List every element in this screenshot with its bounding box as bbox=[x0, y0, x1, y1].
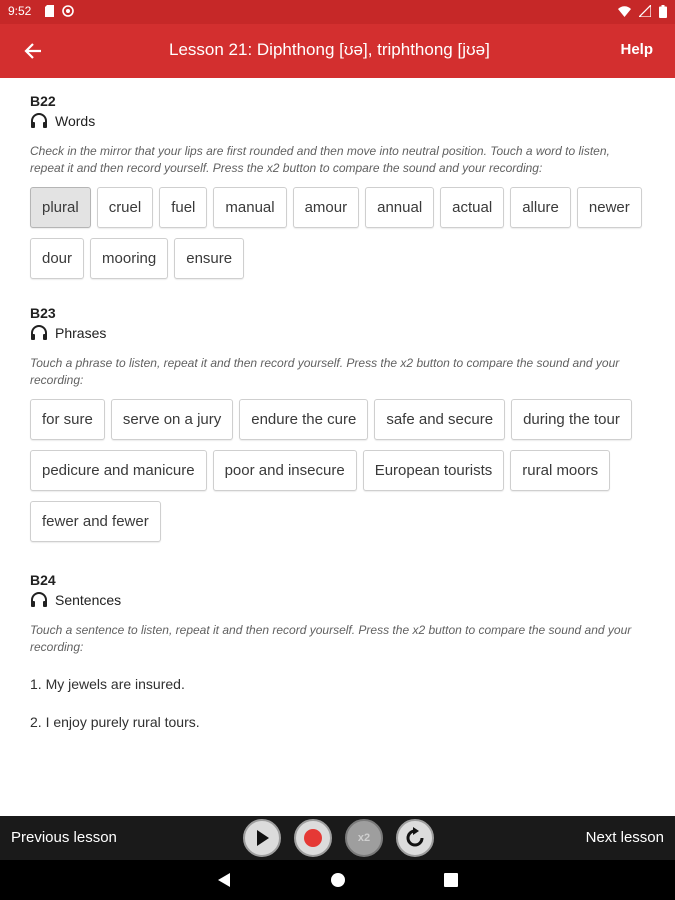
arrow-back-icon bbox=[24, 43, 41, 59]
headphones-icon bbox=[31, 325, 47, 340]
word-chip[interactable]: manual bbox=[213, 187, 287, 228]
section-code: B24 bbox=[30, 572, 56, 588]
sentence-item[interactable]: 2. I enjoy purely rural tours. bbox=[30, 714, 645, 730]
app-bar: Lesson 21: Diphthong [ʊə], triphthong [j… bbox=[0, 24, 675, 78]
status-time: 9:52 bbox=[8, 4, 32, 18]
next-lesson-button[interactable]: Next lesson bbox=[586, 829, 664, 846]
section-sentences: B24 Sentences Touch a sentence to listen… bbox=[30, 572, 645, 730]
word-chip[interactable]: fuel bbox=[159, 187, 208, 228]
phrase-chip[interactable]: endure the cure bbox=[239, 399, 369, 440]
word-chip[interactable]: amour bbox=[292, 187, 360, 228]
headphones-icon bbox=[31, 113, 47, 128]
replay-icon bbox=[406, 827, 424, 847]
record-icon bbox=[304, 829, 322, 847]
word-chip[interactable]: mooring bbox=[90, 238, 169, 279]
previous-lesson-button[interactable]: Previous lesson bbox=[11, 829, 117, 846]
section-instructions: Touch a sentence to listen, repeat it an… bbox=[30, 623, 632, 654]
phrase-chip[interactable]: serve on a jury bbox=[110, 399, 234, 440]
nav-recents-button[interactable] bbox=[441, 870, 461, 890]
wifi-icon bbox=[618, 5, 631, 17]
app-screen: 9:52 Lesson 21: Diphthong [ʊə], triphtho… bbox=[0, 0, 675, 900]
section-instructions: Touch a phrase to listen, repeat it and … bbox=[30, 356, 620, 387]
status-bar: 9:52 bbox=[0, 0, 675, 24]
triangle-back-icon bbox=[218, 873, 230, 887]
phrase-chip[interactable]: rural moors bbox=[510, 450, 611, 491]
circle-home-icon bbox=[331, 873, 345, 887]
section-phrases: B23 Phrases Touch a phrase to listen, re… bbox=[30, 305, 645, 542]
phrase-chip[interactable]: for sure bbox=[30, 399, 105, 440]
section-code: B22 bbox=[30, 93, 56, 109]
page-title: Lesson 21: Diphthong [ʊə], triphthong [j… bbox=[169, 40, 490, 59]
word-chip[interactable]: actual bbox=[440, 187, 505, 228]
word-chip[interactable]: allure bbox=[510, 187, 571, 228]
play-button[interactable] bbox=[243, 819, 281, 857]
phrase-chip[interactable]: fewer and fewer bbox=[30, 501, 161, 542]
phrase-list: for sure serve on a jury endure the cure… bbox=[30, 399, 645, 542]
phrase-chip[interactable]: poor and insecure bbox=[212, 450, 357, 491]
word-chip[interactable]: newer bbox=[576, 187, 642, 228]
phrase-chip[interactable]: safe and secure bbox=[374, 399, 506, 440]
compare-x2-button[interactable]: x2 bbox=[345, 819, 383, 857]
square-recents-icon bbox=[444, 873, 458, 887]
status-right bbox=[618, 4, 667, 18]
headphones-icon bbox=[31, 592, 47, 607]
signal-icon bbox=[639, 5, 651, 17]
phrase-chip[interactable]: European tourists bbox=[362, 450, 505, 491]
sentence-item[interactable]: 1. My jewels are insured. bbox=[30, 676, 645, 692]
sd-card-icon bbox=[45, 5, 54, 17]
section-code: B23 bbox=[30, 305, 56, 321]
battery-icon bbox=[659, 4, 667, 18]
nav-back-button[interactable] bbox=[214, 870, 234, 890]
nav-home-button[interactable] bbox=[328, 870, 348, 890]
x2-label: x2 bbox=[357, 832, 371, 844]
help-button[interactable]: Help bbox=[620, 41, 653, 58]
phrase-chip[interactable]: pedicure and manicure bbox=[30, 450, 207, 491]
word-chip[interactable]: plural bbox=[30, 187, 91, 228]
lesson-content[interactable]: B22 Words Check in the mirror that your … bbox=[0, 78, 675, 816]
replay-button[interactable] bbox=[396, 819, 434, 857]
section-heading-label: Words bbox=[55, 113, 96, 129]
player-bar: Previous lesson x2 Next lesson bbox=[0, 816, 675, 860]
word-chip[interactable]: dour bbox=[30, 238, 85, 279]
word-chip[interactable]: annual bbox=[365, 187, 435, 228]
word-chip[interactable]: cruel bbox=[96, 187, 154, 228]
system-nav-bar bbox=[0, 860, 675, 900]
back-button[interactable] bbox=[18, 36, 48, 66]
section-heading-label: Sentences bbox=[55, 592, 122, 608]
section-heading: Phrases bbox=[30, 325, 645, 341]
notification-icon bbox=[62, 5, 74, 17]
play-icon bbox=[257, 830, 269, 846]
section-instructions: Check in the mirror that your lips are f… bbox=[30, 144, 610, 175]
section-heading: Words bbox=[30, 113, 645, 129]
phrase-chip[interactable]: during the tour bbox=[511, 399, 632, 440]
section-heading-label: Phrases bbox=[55, 325, 107, 341]
word-list: plural cruel fuel manual amour annual ac… bbox=[30, 187, 645, 279]
section-words: B22 Words Check in the mirror that your … bbox=[30, 93, 645, 279]
record-button[interactable] bbox=[294, 819, 332, 857]
word-chip[interactable]: ensure bbox=[174, 238, 245, 279]
section-heading: Sentences bbox=[30, 592, 645, 608]
